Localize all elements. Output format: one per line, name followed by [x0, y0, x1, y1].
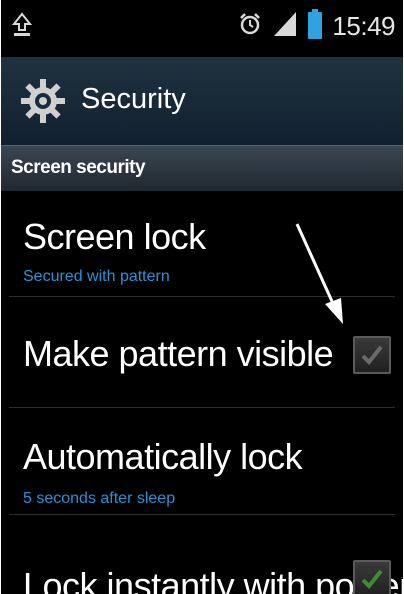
- battery-icon: [308, 8, 323, 44]
- setting-title: Screen lock: [23, 216, 206, 257]
- status-bar: 15:49: [1, 0, 403, 57]
- phone-screen: 15:49 Security Screen security Screen lo…: [1, 0, 403, 594]
- page-title: Security: [81, 83, 186, 115]
- action-bar: Security: [1, 57, 403, 146]
- signal-bars-icon: [272, 10, 298, 43]
- setting-title: Make pattern visible: [23, 333, 334, 374]
- pattern-visible-checkbox[interactable]: [353, 336, 391, 374]
- upload-notification-icon: [11, 12, 33, 38]
- section-header: Screen security: [1, 145, 403, 191]
- section-title: Screen security: [11, 157, 146, 178]
- setting-title: Lock instantly with power: [23, 565, 403, 594]
- setting-lock-instantly[interactable]: Lock instantly with power: [1, 515, 403, 594]
- status-icons: 15:49: [238, 8, 395, 44]
- gear-icon[interactable]: [19, 77, 67, 125]
- lock-instantly-checkbox[interactable]: [353, 560, 391, 594]
- setting-automatically-lock[interactable]: Automatically lock 5 seconds after sleep: [1, 408, 403, 514]
- annotation-arrow-icon: [295, 223, 343, 324]
- setting-subtitle: Secured with pattern: [23, 268, 170, 285]
- setting-title: Automatically lock: [23, 436, 303, 477]
- checkmark-icon: [361, 345, 383, 365]
- alarm-icon: [238, 12, 262, 41]
- checkmark-icon: [361, 569, 383, 589]
- status-time: 15:49: [332, 10, 395, 41]
- setting-subtitle: 5 seconds after sleep: [23, 490, 176, 507]
